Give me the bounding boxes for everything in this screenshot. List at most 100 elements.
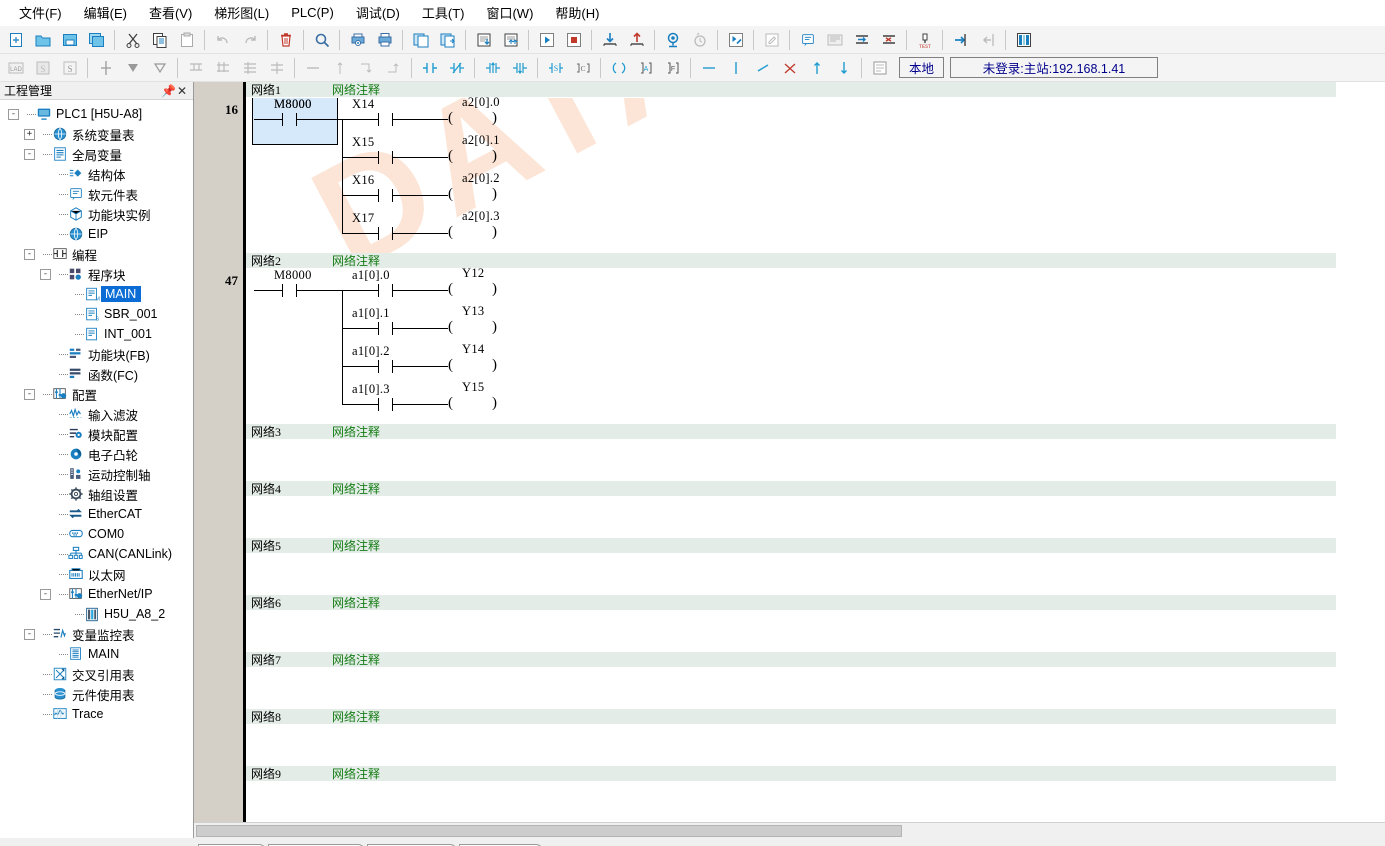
- tree-item-main[interactable]: M MAIN: [0, 284, 193, 304]
- set-contact-icon[interactable]: S: [543, 56, 568, 80]
- down-arrow-icon[interactable]: [831, 56, 856, 80]
- connection-status-box[interactable]: 未登录:主站:192.168.1.41: [950, 57, 1159, 78]
- stl-icon[interactable]: S: [57, 56, 82, 80]
- run-monitor-icon[interactable]: [723, 28, 748, 52]
- collapse-toggle-icon[interactable]: -: [24, 148, 35, 160]
- tree-item-ethernetip[interactable]: - EtherNet/IP: [0, 584, 193, 604]
- down-arrow-open-icon[interactable]: [147, 56, 172, 80]
- upload-from-plc-icon[interactable]: [498, 28, 523, 52]
- download-to-plc-icon[interactable]: [471, 28, 496, 52]
- lad-icon[interactable]: LAD: [3, 56, 28, 80]
- delete-icon[interactable]: [273, 28, 298, 52]
- save-icon[interactable]: [57, 28, 82, 52]
- login-icon[interactable]: [948, 28, 973, 52]
- compile-icon[interactable]: [408, 28, 433, 52]
- network-header[interactable]: 网络5 网络注释: [246, 538, 1336, 554]
- menu-tools[interactable]: 工具(T): [411, 0, 476, 26]
- test-usb-icon[interactable]: TEST: [912, 28, 937, 52]
- pin-icon[interactable]: 📌: [161, 84, 176, 98]
- tree-item-global-variables[interactable]: - 全局变量: [0, 144, 193, 164]
- menu-file[interactable]: 文件(F): [8, 0, 73, 26]
- collapse-toggle-icon[interactable]: -: [24, 388, 35, 400]
- download-icon[interactable]: [597, 28, 622, 52]
- network-header[interactable]: 网络4 网络注释: [246, 481, 1336, 497]
- stl-disabled-icon[interactable]: S: [30, 56, 55, 80]
- network-header[interactable]: 网络8 网络注释: [246, 709, 1336, 725]
- apply-instruction-icon[interactable]: A: [633, 56, 658, 80]
- tree-item-ethercat[interactable]: EtherCAT: [0, 504, 193, 524]
- menu-view[interactable]: 查看(V): [138, 0, 203, 26]
- print-icon[interactable]: [372, 28, 397, 52]
- cut-icon[interactable]: [120, 28, 145, 52]
- undo-icon[interactable]: [210, 28, 235, 52]
- vline-up-icon[interactable]: [327, 56, 352, 80]
- tree-item-ethernet[interactable]: 以太网: [0, 564, 193, 584]
- vertical-link-icon[interactable]: [723, 56, 748, 80]
- edit-monitor-icon[interactable]: [759, 28, 784, 52]
- branch-updown-icon[interactable]: [210, 56, 235, 80]
- soft-element-icon[interactable]: [795, 28, 820, 52]
- up-arrow-icon[interactable]: [804, 56, 829, 80]
- collapse-toggle-icon[interactable]: -: [40, 268, 51, 280]
- expand-toggle-icon[interactable]: +: [24, 128, 35, 140]
- tree-item-sbr001[interactable]: S SBR_001: [0, 304, 193, 324]
- tree-item-axis-group[interactable]: 轴组设置: [0, 484, 193, 504]
- insert-row-icon[interactable]: [849, 28, 874, 52]
- tree-item-function[interactable]: 函数(FC): [0, 364, 193, 384]
- menu-ladder[interactable]: 梯形图(L): [203, 0, 280, 26]
- print-preview-icon[interactable]: [345, 28, 370, 52]
- delete-vline-icon[interactable]: [777, 56, 802, 80]
- corner-up-icon[interactable]: [381, 56, 406, 80]
- tree-item-cross-reference[interactable]: 交叉引用表: [0, 664, 193, 684]
- down-arrow-filled-icon[interactable]: [120, 56, 145, 80]
- collapse-toggle-icon[interactable]: -: [24, 628, 35, 640]
- open-folder-icon[interactable]: [30, 28, 55, 52]
- soft-element-monitor-icon[interactable]: [822, 28, 847, 52]
- collapse-toggle-icon[interactable]: -: [8, 108, 19, 120]
- paste-icon[interactable]: [174, 28, 199, 52]
- scrollbar-thumb[interactable]: [196, 825, 902, 837]
- tree-item-monitor-main[interactable]: MAIN: [0, 644, 193, 664]
- network-header[interactable]: 网络1 网络注释: [246, 82, 1336, 98]
- compile-all-icon[interactable]: [435, 28, 460, 52]
- network-header[interactable]: 网络7 网络注释: [246, 652, 1336, 668]
- local-mode-button[interactable]: 本地: [899, 57, 945, 78]
- tree-item-plc1[interactable]: - PLC1 [H5U-A8]: [0, 104, 193, 124]
- collapse-toggle-icon[interactable]: -: [40, 588, 51, 600]
- tree-item-electronic-cam[interactable]: 电子凸轮: [0, 444, 193, 464]
- stop-icon[interactable]: [561, 28, 586, 52]
- menu-plc[interactable]: PLC(P): [280, 1, 345, 24]
- no-contact-icon[interactable]: [417, 56, 442, 80]
- branch-right-icon[interactable]: [183, 56, 208, 80]
- tree-item-input-filter[interactable]: 输入滤波: [0, 404, 193, 424]
- ladder-canvas[interactable]: DATAIE 网络1 网络注释 M8000 M8000 X14() a2[0].0 X15(…: [246, 82, 1385, 822]
- menu-edit[interactable]: 编辑(E): [73, 0, 138, 26]
- copy-icon[interactable]: [147, 28, 172, 52]
- close-icon[interactable]: ✕: [175, 84, 189, 98]
- horizontal-scrollbar[interactable]: [194, 822, 1385, 838]
- search-icon[interactable]: [309, 28, 334, 52]
- run-icon[interactable]: [534, 28, 559, 52]
- tree-item-soft-element-table[interactable]: 软元件表: [0, 184, 193, 204]
- menu-window[interactable]: 窗口(W): [475, 0, 544, 26]
- hline-icon[interactable]: [300, 56, 325, 80]
- delete-row-icon[interactable]: [876, 28, 901, 52]
- network-header[interactable]: 网络6 网络注释: [246, 595, 1336, 611]
- branch-merge-icon[interactable]: [237, 56, 262, 80]
- function-icon[interactable]: F: [660, 56, 685, 80]
- tree-item-motion-axis[interactable]: 运动控制轴: [0, 464, 193, 484]
- tree-item-int001[interactable]: I INT_001: [0, 324, 193, 344]
- comment-icon[interactable]: [867, 56, 892, 80]
- tree-item-variable-monitor[interactable]: - 变量监控表: [0, 624, 193, 644]
- tree-item-programming[interactable]: - 编程: [0, 244, 193, 264]
- menu-help[interactable]: 帮助(H): [544, 0, 610, 26]
- branch-line-icon[interactable]: [264, 56, 289, 80]
- coil-icon[interactable]: [606, 56, 631, 80]
- falling-edge-icon[interactable]: [507, 56, 532, 80]
- tree-item-program-blocks[interactable]: - 程序块: [0, 264, 193, 284]
- tree-item-eip[interactable]: EIP: [0, 224, 193, 244]
- monitor-icon[interactable]: [660, 28, 685, 52]
- tree-item-com0[interactable]: COM0: [0, 524, 193, 544]
- network-header[interactable]: 网络2 网络注释: [246, 253, 1336, 269]
- collapse-toggle-icon[interactable]: -: [24, 248, 35, 260]
